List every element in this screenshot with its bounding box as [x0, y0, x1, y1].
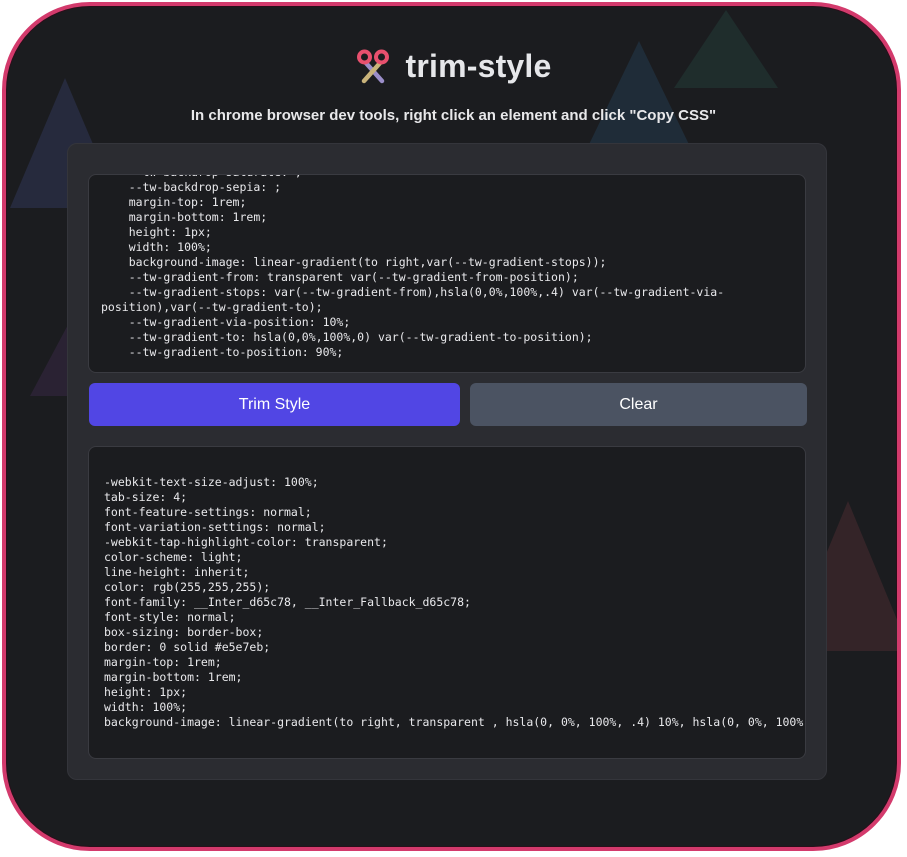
main-card: --tw-backdrop-saturate: ; --tw-backdrop-… — [67, 143, 827, 780]
app-header: trim-style — [0, 44, 907, 88]
css-output-text: -webkit-text-size-adjust: 100%; tab-size… — [104, 475, 805, 729]
css-input-text: --tw-backdrop-saturate: ; --tw-backdrop-… — [101, 175, 725, 359]
scissors-icon — [357, 49, 390, 84]
trim-style-button[interactable]: Trim Style — [89, 383, 460, 426]
instructions-text: In chrome browser dev tools, right click… — [190, 107, 717, 124]
css-output-box[interactable]: -webkit-text-size-adjust: 100%; tab-size… — [88, 446, 806, 759]
app-title: trim-style — [405, 47, 552, 84]
clear-button[interactable]: Clear — [470, 383, 807, 426]
css-input-textarea[interactable]: --tw-backdrop-saturate: ; --tw-backdrop-… — [88, 174, 806, 373]
